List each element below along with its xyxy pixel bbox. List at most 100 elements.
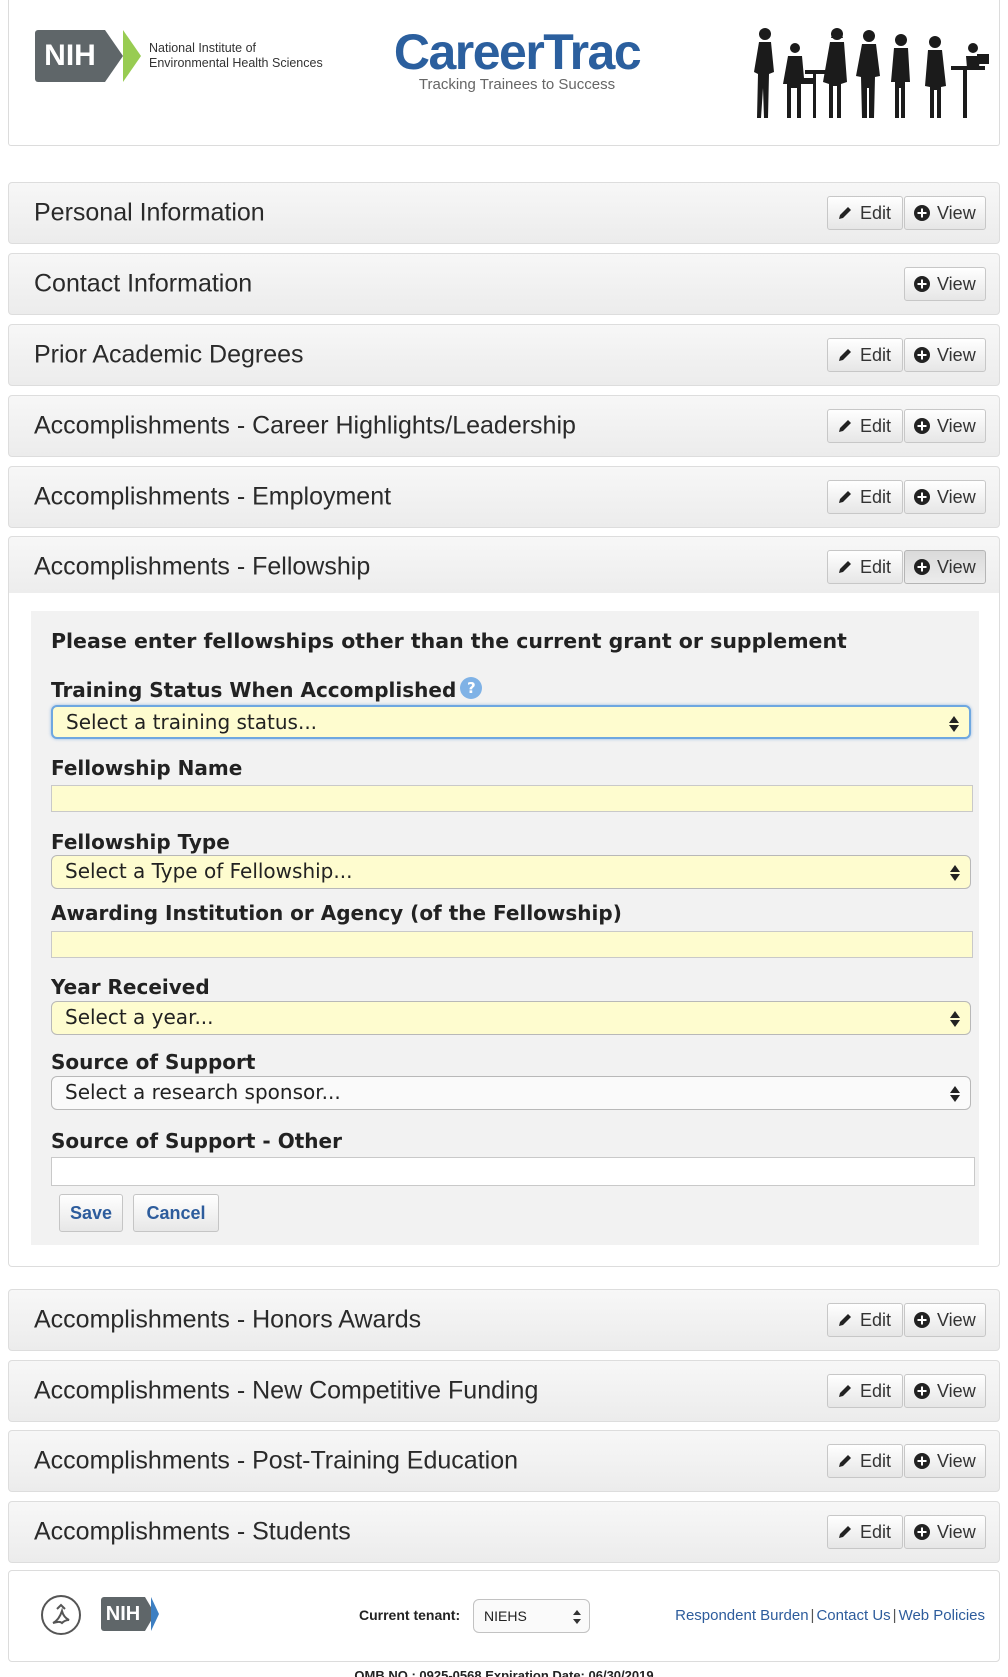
plus-circle-icon (913, 417, 931, 435)
plus-circle-icon (913, 275, 931, 293)
edit-button-label: Edit (860, 202, 892, 223)
people-silhouettes-illustration (754, 28, 989, 118)
edit-button-label: Edit (860, 1450, 892, 1471)
training-status-label-text: Training Status When Accomplished (51, 678, 457, 702)
link-separator: | (892, 1607, 897, 1624)
fellowship-name-input[interactable] (51, 785, 973, 812)
year-received-label: Year Received (51, 975, 210, 999)
careertrac-logo[interactable]: CareerTrac Tracking Trainees to Success (387, 26, 647, 93)
panel-students[interactable]: Accomplishments - Students Edit View (8, 1501, 1000, 1563)
view-button-label: View (937, 1450, 976, 1471)
select-arrows-icon (573, 1609, 581, 1625)
footer-links: Respondent Burden | Contact Us | Web Policie… (675, 1607, 985, 1624)
edit-button[interactable]: Edit (827, 480, 903, 514)
nih-footer-logo-box: NIH (101, 1597, 145, 1631)
panel-honors-awards[interactable]: Accomplishments - Honors Awards Edit Vie… (8, 1289, 1000, 1351)
view-button-label: View (937, 273, 976, 294)
tenant-select[interactable]: NIEHS (473, 1599, 590, 1633)
contact-us-link[interactable]: Contact Us (816, 1607, 890, 1624)
nih-logo-arrow (105, 30, 123, 82)
panel-new-competitive-funding[interactable]: Accomplishments - New Competitive Fundin… (8, 1360, 1000, 1422)
view-button[interactable]: View (904, 1303, 986, 1337)
tenant-label: Current tenant: (359, 1607, 461, 1623)
edit-button[interactable]: Edit (827, 196, 903, 230)
nih-logo[interactable]: NIH National Institute of Environmental … (35, 30, 323, 82)
edit-button[interactable]: Edit (827, 1374, 903, 1408)
pencil-icon (836, 1382, 854, 1400)
respondent-burden-link[interactable]: Respondent Burden (675, 1607, 808, 1624)
edit-button-label: Edit (860, 1309, 892, 1330)
fellowship-type-select[interactable]: Select a Type of Fellowship... (51, 855, 971, 889)
panel-career-highlights[interactable]: Accomplishments - Career Highlights/Lead… (8, 395, 1000, 457)
fellowship-type-label: Fellowship Type (51, 830, 230, 854)
edit-button-label: Edit (860, 415, 892, 436)
pencil-icon (836, 1311, 854, 1329)
view-button-label: View (937, 1380, 976, 1401)
site-header: NIH National Institute of Environmental … (8, 0, 1000, 146)
panel-employment[interactable]: Accomplishments - Employment Edit View (8, 466, 1000, 528)
view-button[interactable]: View (904, 1444, 986, 1478)
panel-prior-academic-degrees[interactable]: Prior Academic Degrees Edit View (8, 324, 1000, 386)
panel-title: Accomplishments - Fellowship (34, 552, 371, 581)
edit-button[interactable]: Edit (827, 338, 903, 372)
view-button-label: View (937, 486, 976, 507)
save-button[interactable]: Save (59, 1194, 123, 1232)
web-policies-link[interactable]: Web Policies (899, 1607, 985, 1624)
source-of-support-other-label: Source of Support - Other (51, 1129, 342, 1153)
panel-title: Prior Academic Degrees (34, 340, 304, 369)
panel-title: Contact Information (34, 269, 253, 298)
view-button[interactable]: View (904, 267, 986, 301)
view-button-label: View (937, 556, 976, 577)
plus-circle-icon (913, 1311, 931, 1329)
edit-button-label: Edit (860, 344, 892, 365)
source-of-support-select[interactable]: Select a research sponsor... (51, 1076, 971, 1110)
institute-name-line1: National Institute of (149, 41, 257, 55)
view-button[interactable]: View (904, 550, 986, 584)
panel-personal-information[interactable]: Personal Information Edit View (8, 182, 1000, 244)
edit-button[interactable]: Edit (827, 1303, 903, 1337)
pencil-icon (836, 488, 854, 506)
plus-circle-icon (913, 1452, 931, 1470)
awarding-institution-input[interactable] (51, 931, 973, 958)
edit-button-label: Edit (860, 486, 892, 507)
view-button-label: View (937, 1309, 976, 1330)
edit-button[interactable]: Edit (827, 550, 903, 584)
site-footer: NIH Current tenant: NIEHS Respondent Bur… (8, 1570, 1000, 1662)
view-button[interactable]: View (904, 196, 986, 230)
view-button[interactable]: View (904, 480, 986, 514)
tenant-value: NIEHS (484, 1608, 527, 1624)
source-of-support-other-input[interactable] (51, 1157, 975, 1186)
pencil-icon (836, 417, 854, 435)
edit-button[interactable]: Edit (827, 1515, 903, 1549)
panel-title: Accomplishments - New Competitive Fundin… (34, 1376, 539, 1405)
year-received-select[interactable]: Select a year... (51, 1001, 971, 1035)
hhs-eagle-icon[interactable] (41, 1595, 81, 1635)
edit-button[interactable]: Edit (827, 1444, 903, 1478)
nih-footer-logo[interactable]: NIH (101, 1597, 159, 1631)
edit-button-label: Edit (860, 1380, 892, 1401)
nih-logo-accent (123, 30, 141, 82)
panel-title: Accomplishments - Honors Awards (34, 1305, 422, 1334)
cancel-button[interactable]: Cancel (133, 1194, 219, 1232)
panel-contact-information[interactable]: Contact Information View (8, 253, 1000, 315)
plus-circle-icon (913, 1382, 931, 1400)
nih-logo-box: NIH (35, 30, 105, 82)
edit-button[interactable]: Edit (827, 409, 903, 443)
view-button-label: View (937, 344, 976, 365)
view-button[interactable]: View (904, 1374, 986, 1408)
help-icon[interactable]: ? (460, 677, 483, 699)
pencil-icon (836, 204, 854, 222)
select-arrows-icon (950, 1084, 960, 1104)
panel-post-training-education[interactable]: Accomplishments - Post-Training Educatio… (8, 1430, 1000, 1492)
training-status-select[interactable]: Select a training status... (51, 705, 971, 739)
plus-circle-icon (913, 558, 931, 576)
year-received-value: Select a year... (65, 1005, 214, 1029)
pencil-icon (836, 1523, 854, 1541)
institute-name: National Institute of Environmental Heal… (149, 41, 323, 71)
view-button[interactable]: View (904, 409, 986, 443)
view-button[interactable]: View (904, 1515, 986, 1549)
panel-fellowship[interactable]: Accomplishments - Fellowship Edit View (8, 536, 1000, 598)
view-button[interactable]: View (904, 338, 986, 372)
select-arrows-icon (950, 1009, 960, 1029)
fellowship-panel-body: Please enter fellowships other than the … (8, 593, 1000, 1267)
